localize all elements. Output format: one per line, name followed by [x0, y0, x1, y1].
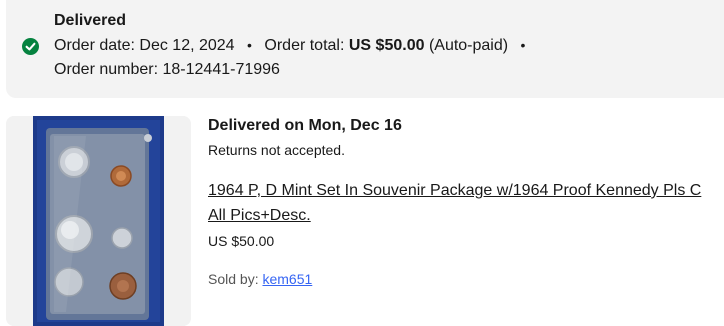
check-circle-icon: [22, 38, 39, 55]
payment-note: (Auto-paid): [428, 37, 509, 54]
sold-by-line: Sold by: kem651: [208, 271, 312, 287]
separator-dot: •: [247, 37, 252, 53]
separator-dot: •: [520, 37, 526, 53]
item-thumbnail-image: [6, 116, 191, 326]
item-title-line-1[interactable]: 1964 P, D Mint Set In Souvenir Package w…: [208, 178, 724, 203]
order-number-value: 18-12441-71996: [162, 61, 280, 78]
order-number-label: Order number:: [54, 61, 159, 78]
order-total-label: Order total:: [264, 37, 345, 54]
status-title: Delivered: [54, 12, 127, 29]
order-date-value: Dec 12, 2024: [139, 37, 235, 54]
order-date-label: Order date:: [54, 37, 135, 54]
item-title-line-2[interactable]: All Pics+Desc.: [208, 203, 724, 228]
order-meta-line: Order date: Dec 12, 2024 • Order total: …: [54, 37, 533, 55]
order-total-value: US $50.00: [348, 37, 425, 54]
item-thumbnail[interactable]: [6, 116, 191, 326]
order-number-line: Order number: 18-12441-71996: [54, 61, 280, 79]
sold-by-label: Sold by:: [208, 271, 259, 287]
delivery-heading: Delivered on Mon, Dec 16: [208, 117, 402, 134]
seller-link[interactable]: kem651: [262, 271, 312, 287]
item-title-link[interactable]: 1964 P, D Mint Set In Souvenir Package w…: [208, 178, 724, 228]
returns-note: Returns not accepted.: [208, 142, 345, 158]
item-price: US $50.00: [208, 233, 275, 249]
